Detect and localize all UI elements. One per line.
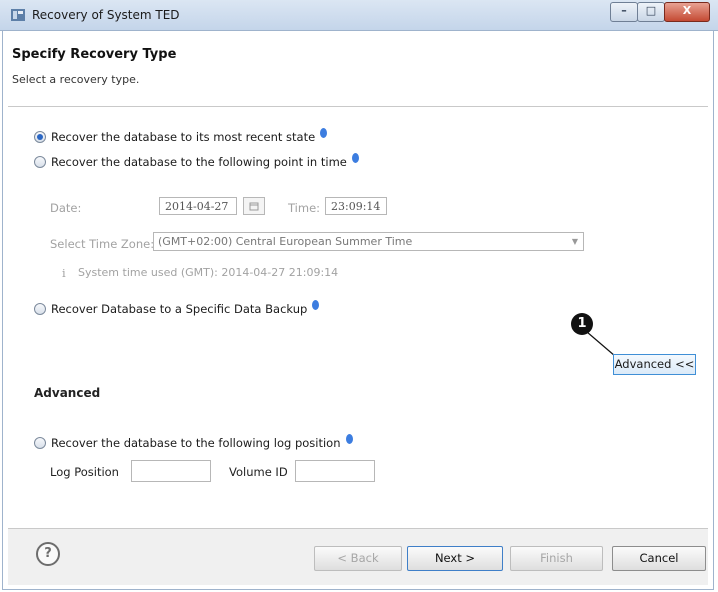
info-icon[interactable]: [320, 128, 328, 138]
calendar-icon: [249, 202, 259, 211]
radio-most-recent[interactable]: [34, 131, 46, 143]
page-title: Specify Recovery Type: [12, 47, 177, 62]
volume-id-input[interactable]: [295, 460, 375, 482]
date-label: Date:: [50, 201, 82, 215]
option-point-in-time[interactable]: Recover the database to the following po…: [34, 153, 359, 169]
volume-id-label: Volume ID: [229, 465, 288, 479]
radio-point-in-time[interactable]: [34, 156, 46, 168]
info-icon[interactable]: [312, 300, 320, 310]
option-specific-backup[interactable]: Recover Database to a Specific Data Back…: [34, 300, 320, 316]
cancel-button[interactable]: Cancel: [612, 546, 706, 571]
timezone-value: (GMT+02:00) Central European Summer Time: [158, 235, 413, 248]
option-log-position[interactable]: Recover the database to the following lo…: [34, 434, 353, 450]
time-label: Time:: [288, 201, 321, 215]
option-specific-backup-label: Recover Database to a Specific Data Back…: [51, 302, 308, 316]
radio-specific-backup[interactable]: [34, 303, 46, 315]
radio-log-position[interactable]: [34, 437, 46, 449]
minimize-icon: –: [621, 4, 627, 17]
info-icon[interactable]: [345, 434, 353, 444]
app-icon: [11, 9, 25, 21]
page-subtitle: Select a recovery type.: [12, 73, 140, 86]
window-title: Recovery of System TED: [32, 8, 180, 22]
window-titlebar[interactable]: Recovery of System TED – □ X: [0, 0, 718, 31]
log-position-input[interactable]: [131, 460, 211, 482]
help-icon[interactable]: ?: [36, 542, 60, 566]
option-log-position-label: Recover the database to the following lo…: [51, 436, 341, 450]
time-field[interactable]: 23:09:14: [325, 197, 387, 215]
back-button[interactable]: < Back: [314, 546, 402, 571]
calendar-button[interactable]: [243, 197, 265, 215]
close-button[interactable]: X: [664, 2, 710, 22]
system-time-note: System time used (GMT): 2014-04-27 21:09…: [78, 266, 339, 279]
option-point-in-time-label: Recover the database to the following po…: [51, 155, 347, 169]
timezone-select[interactable]: (GMT+02:00) Central European Summer Time…: [153, 232, 584, 251]
maximize-icon: □: [645, 4, 657, 17]
wizard-footer: ? < Back Next > Finish Cancel: [8, 528, 708, 585]
log-position-label: Log Position: [50, 465, 119, 479]
date-field[interactable]: 2014-04-27: [159, 197, 237, 215]
window-controls: – □ X: [610, 2, 710, 22]
advanced-toggle-button[interactable]: Advanced <<: [613, 354, 696, 375]
option-most-recent[interactable]: Recover the database to its most recent …: [34, 128, 328, 144]
close-icon: X: [682, 4, 692, 17]
minimize-button[interactable]: –: [610, 2, 638, 22]
chevron-down-icon: ▼: [571, 237, 578, 246]
advanced-section-title: Advanced: [34, 386, 101, 400]
wizard-header: Specify Recovery Type Select a recovery …: [8, 38, 708, 107]
info-icon[interactable]: [351, 153, 359, 163]
info-note-icon: i: [62, 266, 66, 280]
option-most-recent-label: Recover the database to its most recent …: [51, 130, 316, 144]
timezone-label: Select Time Zone:: [50, 237, 155, 251]
maximize-button[interactable]: □: [637, 2, 665, 22]
next-button[interactable]: Next >: [407, 546, 503, 571]
finish-button[interactable]: Finish: [510, 546, 603, 571]
